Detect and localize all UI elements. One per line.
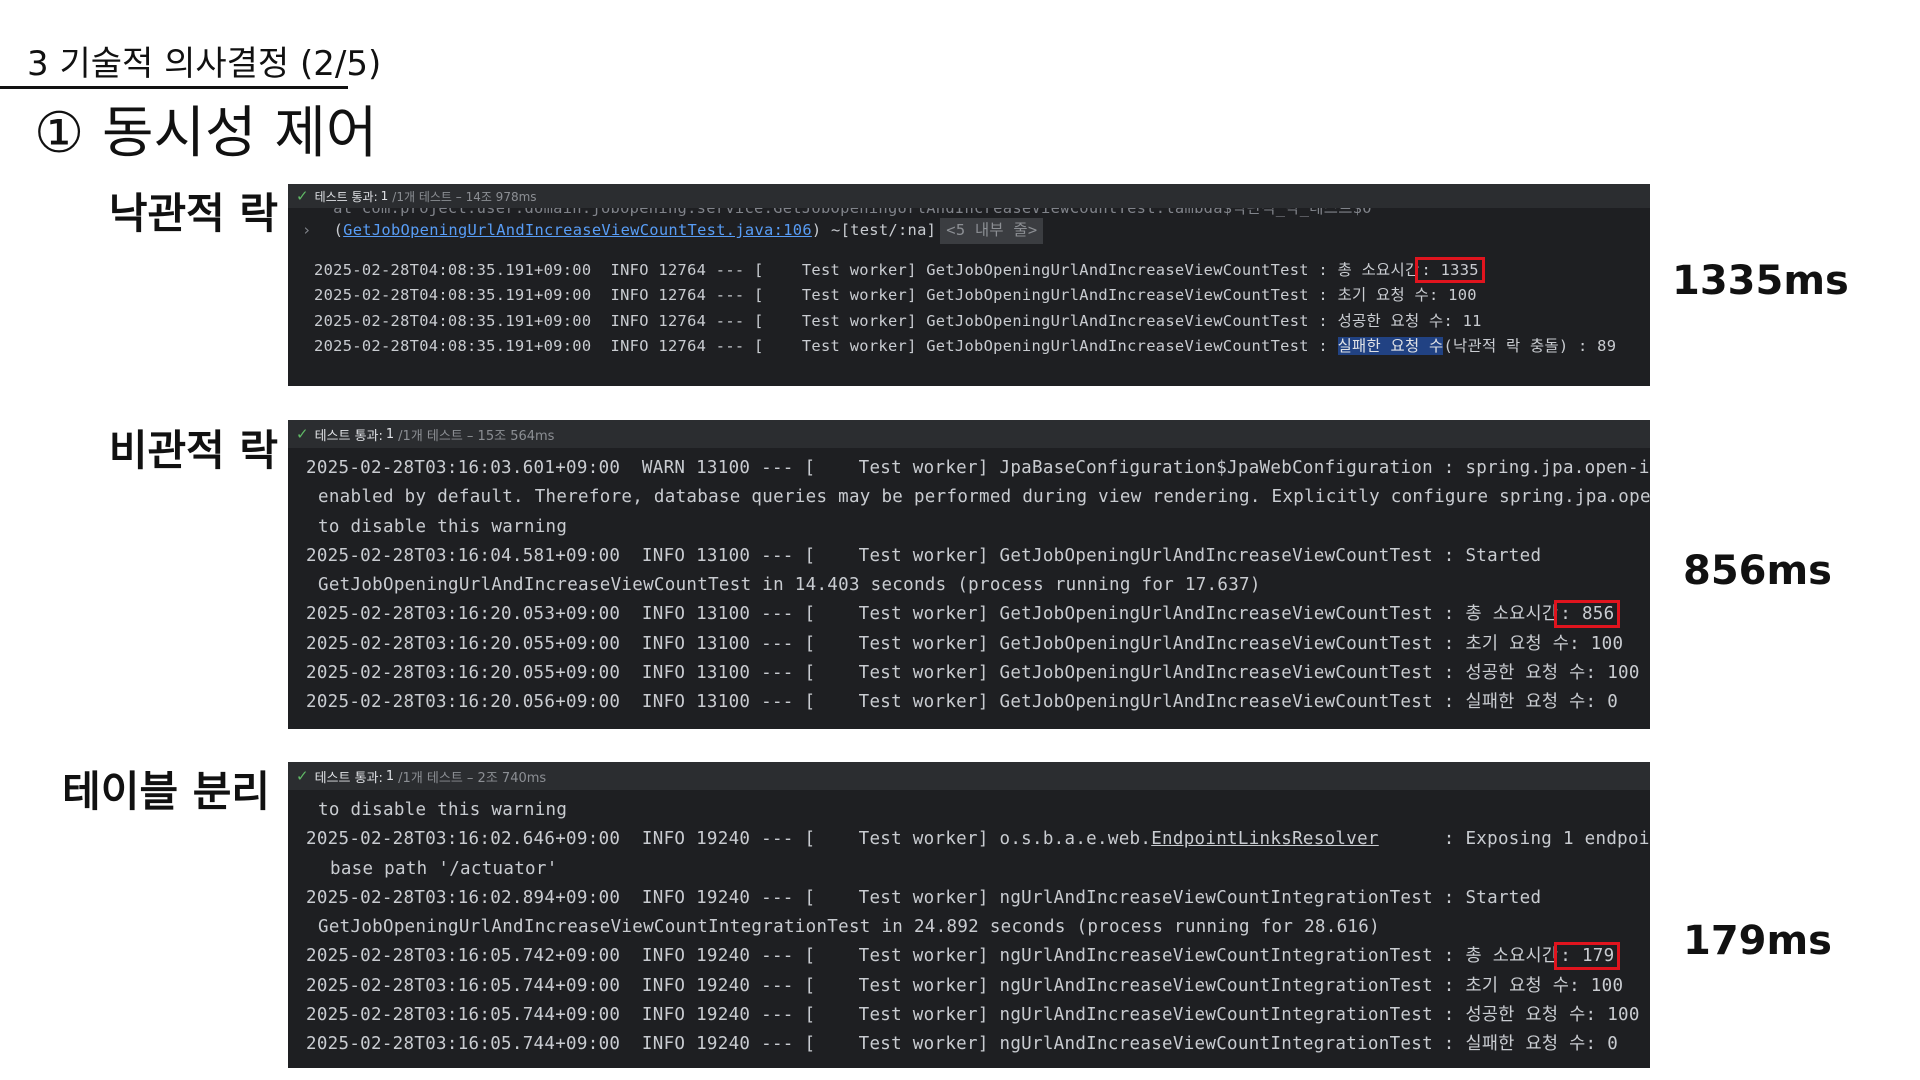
log-line: 2025-02-28T03:16:20.053+09:00 INFO 13100… [288, 600, 1650, 629]
total-time-label: 총 소요시간 [1465, 946, 1559, 967]
log-prefix: 2025-02-28T03:16:20.055+09:00 INFO 13100… [306, 633, 1466, 654]
total-time-value: : 179 [1554, 942, 1621, 971]
log-line: 2025-02-28T03:16:05.744+09:00 INFO 19240… [288, 1030, 1650, 1059]
console-table-separation: ✓ 테스트 통과: 1 /1개 테스트 – 2조 740ms to disabl… [288, 762, 1650, 1068]
log-line: 2025-02-28T04:08:35.191+09:00 INFO 12764… [288, 334, 1650, 360]
pass-count: 1 [385, 768, 395, 784]
log-prefix: 2025-02-28T04:08:35.191+09:00 INFO 12764… [314, 260, 1338, 279]
log-line: at com.project.user.domain.jobopening.se… [314, 208, 1372, 217]
link-suffix: ) ~[test/:na] [811, 221, 937, 239]
successful-requests: 성공한 요청 수: 100 [1465, 663, 1640, 684]
log-output[interactable]: to disable this warning 2025-02-28T03:16… [288, 790, 1650, 1060]
pass-label: 테스트 통과: [314, 428, 383, 444]
timing-table-separation: 179ms [1683, 918, 1832, 964]
log-line: to disable this warning [318, 800, 568, 820]
log-line: 2025-02-28T03:16:04.581+09:00 INFO 13100… [306, 545, 1542, 566]
row-label-optimistic-lock: 낙관적 락 [108, 189, 278, 238]
pass-label: 테스트 통과: [314, 770, 383, 786]
log-line: to disable this warning [318, 516, 568, 537]
log-line: 2025-02-28T03:16:02.894+09:00 INFO 19240… [306, 887, 1542, 908]
log-prefix: 2025-02-28T03:16:05.744+09:00 INFO 19240… [306, 1005, 1466, 1026]
check-icon: ✓ [296, 767, 309, 785]
log-line-blank [288, 244, 1650, 258]
source-link[interactable]: GetJobOpeningUrlAndIncreaseViewCountTest… [343, 221, 812, 239]
log-prefix: 2025-02-28T03:16:20.053+09:00 INFO 13100… [306, 604, 1466, 625]
timing-pessimistic-lock: 856ms [1683, 548, 1832, 594]
log-prefix: 2025-02-28T04:08:35.191+09:00 INFO 12764… [314, 337, 1338, 355]
check-icon: ✓ [296, 187, 309, 205]
section-label: 3 기술적 의사결정 (2/5) [27, 44, 382, 84]
log-line: enabled by default. Therefore, database … [318, 487, 1650, 508]
console-pessimistic-lock: ✓ 테스트 통과: 1 /1개 테스트 – 15조 564ms 2025-02-… [288, 420, 1650, 729]
row-label-pessimistic-lock: 비관적 락 [108, 426, 278, 475]
successful-requests: 성공한 요청 수: 100 [1465, 1005, 1640, 1026]
log-prefix: 2025-02-28T03:16:02.646+09:00 INFO 19240… [306, 829, 1152, 850]
pass-label: 테스트 통과: [314, 189, 378, 204]
log-line: base path '/actuator' [330, 858, 558, 879]
log-line: 2025-02-28T03:16:20.055+09:00 INFO 13100… [288, 630, 1650, 659]
total-time-value: : 1335 [1415, 256, 1485, 283]
log-line: 2025-02-28T03:16:05.744+09:00 INFO 19240… [288, 972, 1650, 1001]
total-time-value: : 856 [1554, 600, 1621, 629]
successful-requests: 성공한 요청 수: 11 [1337, 311, 1482, 330]
log-prefix: 2025-02-28T04:08:35.191+09:00 INFO 12764… [314, 311, 1338, 330]
console-optimistic-lock: ✓ 테스트 통과: 1 /1개 테스트 – 14조 978ms at com.p… [288, 184, 1650, 386]
timing-optimistic-lock: 1335ms [1672, 258, 1849, 304]
test-result-header[interactable]: ✓ 테스트 통과: 1 /1개 테스트 – 2조 740ms [288, 762, 1650, 790]
log-line: › (GetJobOpeningUrlAndIncreaseViewCountTe… [288, 218, 1650, 244]
log-line: 2025-02-28T04:08:35.191+09:00 INFO 12764… [288, 256, 1650, 284]
log-prefix: 2025-02-28T03:16:05.744+09:00 INFO 19240… [306, 1034, 1466, 1055]
slide-title: ① 동시성 제어 [34, 101, 378, 166]
internal-lines-badge[interactable]: <5 내부 줄> [940, 218, 1044, 244]
initial-requests: 초기 요청 수: 100 [1465, 975, 1624, 996]
log-prefix: 2025-02-28T03:16:20.055+09:00 INFO 13100… [306, 663, 1466, 684]
log-output[interactable]: 2025-02-28T03:16:03.601+09:00 WARN 13100… [288, 448, 1650, 718]
failed-requests-selected: 실패한 요청 수 [1337, 337, 1444, 355]
log-line: 2025-02-28T03:16:05.744+09:00 INFO 19240… [288, 1001, 1650, 1030]
log-line: 2025-02-28T03:16:20.055+09:00 INFO 13100… [288, 659, 1650, 688]
log-line: GetJobOpeningUrlAndIncreaseViewCountInte… [318, 917, 1380, 938]
initial-requests: 초기 요청 수: 100 [1465, 633, 1624, 654]
log-prefix: 2025-02-28T03:16:05.744+09:00 INFO 19240… [306, 975, 1466, 996]
log-line: 2025-02-28T03:16:03.601+09:00 WARN 13100… [306, 458, 1650, 478]
log-line: 2025-02-28T03:16:02.646+09:00 INFO 19240… [288, 825, 1650, 854]
total-time-label: 총 소요시간 [1337, 260, 1420, 279]
log-prefix: 2025-02-28T04:08:35.191+09:00 INFO 12764… [314, 286, 1338, 304]
total-time-label: 총 소요시간 [1465, 604, 1559, 625]
failed-requests: 실패한 요청 수: 0 [1465, 1034, 1619, 1055]
log-line: 2025-02-28T03:16:05.742+09:00 INFO 19240… [288, 942, 1650, 971]
pass-summary: /1개 테스트 – 15조 564ms [398, 428, 555, 444]
log-line: GetJobOpeningUrlAndIncreaseViewCountTest… [318, 575, 1261, 596]
pass-count: 1 [385, 426, 395, 442]
log-prefix: 2025-02-28T03:16:05.742+09:00 INFO 19240… [306, 946, 1466, 967]
test-result-header[interactable]: ✓ 테스트 통과: 1 /1개 테스트 – 14조 978ms [288, 184, 1650, 208]
chevron-right-icon[interactable]: › [302, 221, 312, 239]
failed-requests: 실패한 요청 수: 0 [1465, 692, 1619, 713]
class-link[interactable]: EndpointLinksResolver [1151, 829, 1379, 849]
log-line: 2025-02-28T04:08:35.191+09:00 INFO 12764… [288, 309, 1650, 335]
test-result-header[interactable]: ✓ 테스트 통과: 1 /1개 테스트 – 15조 564ms [288, 420, 1650, 448]
pass-summary: /1개 테스트 – 14조 978ms [392, 189, 537, 204]
pass-summary: /1개 테스트 – 2조 740ms [398, 770, 547, 786]
pass-count: 1 [380, 189, 389, 203]
check-icon: ✓ [296, 425, 309, 443]
log-prefix: 2025-02-28T03:16:20.056+09:00 INFO 13100… [306, 692, 1466, 713]
log-line: 2025-02-28T04:08:35.191+09:00 INFO 12764… [288, 283, 1650, 309]
log-message: : Exposing 1 endpoint beneath [1443, 829, 1650, 850]
log-line: 2025-02-28T03:16:20.056+09:00 INFO 13100… [288, 688, 1650, 717]
log-output[interactable]: at com.project.user.domain.jobopening.se… [288, 208, 1650, 360]
initial-requests: 초기 요청 수: 100 [1337, 286, 1477, 304]
row-label-table-separation: 테이블 분리 [62, 767, 270, 816]
failed-requests-rest: (낙관적 락 충돌) : 89 [1443, 337, 1617, 355]
